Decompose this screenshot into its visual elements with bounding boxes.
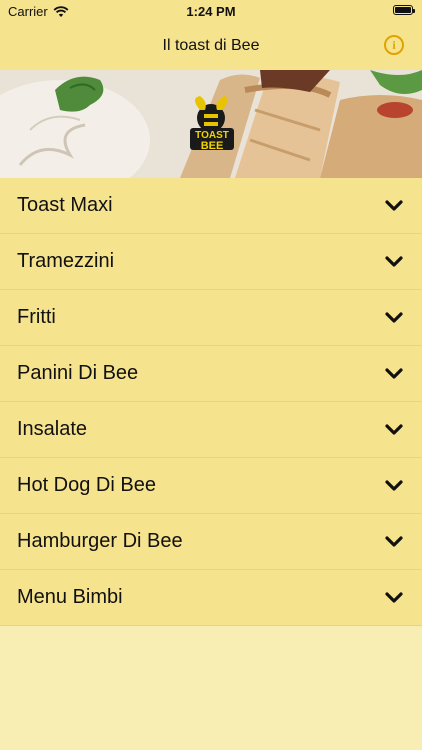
status-bar: Carrier 1:24 PM: [0, 0, 422, 22]
navigation-bar: Il toast di Bee i: [0, 22, 422, 70]
chevron-down-icon: [385, 480, 403, 491]
info-icon[interactable]: i: [384, 35, 404, 55]
chevron-down-icon: [385, 200, 403, 211]
chevron-down-icon: [385, 312, 403, 323]
list-item[interactable]: Hamburger Di Bee: [0, 514, 422, 570]
menu-item-label: Menu Bimbi: [17, 586, 123, 608]
menu-item-label: Hot Dog Di Bee: [17, 474, 156, 496]
list-item[interactable]: Insalate: [0, 402, 422, 458]
clock: 1:24 PM: [186, 4, 236, 19]
list-item[interactable]: Hot Dog Di Bee: [0, 458, 422, 514]
list-item[interactable]: Panini Di Bee: [0, 346, 422, 402]
battery-icon: [393, 5, 415, 15]
menu-item-label: Panini Di Bee: [17, 362, 139, 384]
chevron-down-icon: [385, 424, 403, 435]
chevron-down-icon: [385, 536, 403, 547]
list-item[interactable]: Menu Bimbi: [0, 570, 422, 626]
list-item[interactable]: Tramezzini: [0, 234, 422, 290]
menu-item-label: Insalate: [17, 418, 88, 440]
menu-item-label: Fritti: [17, 306, 56, 328]
list-item[interactable]: Toast Maxi: [0, 178, 422, 234]
chevron-down-icon: [385, 256, 403, 267]
menu-item-label: Tramezzini: [17, 250, 115, 272]
hero-image: TOAST BEE: [0, 70, 422, 178]
page-title: Il toast di Bee: [162, 37, 260, 54]
list-item[interactable]: Fritti: [0, 290, 422, 346]
menu-item-label: Toast Maxi: [17, 194, 113, 216]
chevron-down-icon: [385, 592, 403, 603]
menu-list: Toast Maxi Tramezzini Fritti Panini Di B…: [0, 178, 422, 626]
chevron-down-icon: [385, 368, 403, 379]
menu-item-label: Hamburger Di Bee: [17, 530, 183, 552]
hero-banner: TOAST BEE: [0, 70, 422, 178]
logo-text-bottom: BEE: [201, 140, 224, 152]
